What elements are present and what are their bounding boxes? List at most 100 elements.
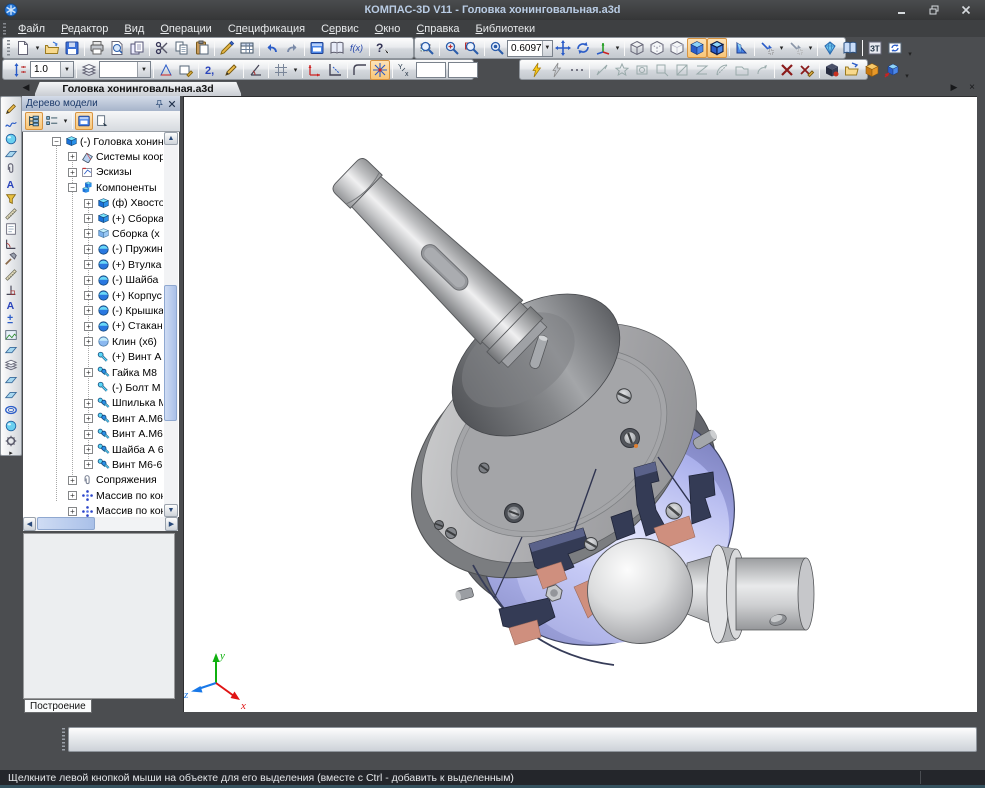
local-cs-button[interactable] <box>156 60 176 80</box>
variables-window-button[interactable] <box>307 38 327 58</box>
expand-box[interactable]: + <box>84 460 93 469</box>
expand-box[interactable]: + <box>84 229 93 238</box>
dim-rotate-button[interactable] <box>752 60 772 80</box>
tree-item[interactable]: +Шпилька М <box>23 396 163 411</box>
dim-arc-button[interactable] <box>712 60 732 80</box>
tree-item[interactable]: +(+) Сборка <box>23 211 163 226</box>
rotate-view-button[interactable] <box>573 38 593 58</box>
vscroll-thumb[interactable] <box>164 285 177 421</box>
expand-box[interactable]: + <box>84 214 93 223</box>
shaded-button[interactable] <box>687 38 707 58</box>
dim-star-button[interactable] <box>612 60 632 80</box>
menu-Вид[interactable]: Вид <box>116 22 152 36</box>
orientation-button[interactable] <box>593 38 613 58</box>
pan-button[interactable] <box>553 38 573 58</box>
menu-Библиотеки[interactable]: Библиотеки <box>468 22 544 36</box>
grid-dropdown[interactable]: ▾ <box>291 60 300 80</box>
layers-tool-button[interactable] <box>2 358 20 373</box>
tree-item[interactable]: +Винт А.М6 <box>23 427 163 442</box>
angle-snap-button[interactable] <box>246 60 266 80</box>
sketch-state-button[interactable]: 2, <box>201 60 221 80</box>
dim-parallel-button[interactable] <box>592 60 612 80</box>
toolbar-overflow[interactable]: ▾ <box>905 38 915 58</box>
redo-button[interactable] <box>282 38 302 58</box>
surface-tool-button[interactable] <box>2 146 20 161</box>
dim-diag-button[interactable] <box>672 60 692 80</box>
zoom-window-button[interactable] <box>417 38 437 58</box>
annotation-tool-button[interactable]: A <box>2 297 20 312</box>
edit-sketch-button[interactable] <box>221 60 241 80</box>
sketch-tool-button[interactable] <box>2 101 20 116</box>
tree-item[interactable]: (-) Болт М <box>23 380 163 395</box>
filter-tool-button[interactable] <box>2 192 20 207</box>
tree-panel-header[interactable]: Дерево модели <box>22 96 180 111</box>
settings-tool-button[interactable] <box>2 433 20 448</box>
tree-item[interactable]: +Эскизы <box>23 165 163 180</box>
perpendicular-tool-button[interactable] <box>2 282 20 297</box>
menu-Сервис[interactable]: Сервис <box>313 22 367 36</box>
compact-panel-expand[interactable]: ▸ <box>9 449 13 457</box>
paste-button[interactable] <box>192 38 212 58</box>
open-button[interactable] <box>42 38 62 58</box>
isolate-button[interactable] <box>862 60 882 80</box>
layers-button[interactable] <box>79 60 99 80</box>
zoom-in-button[interactable] <box>442 38 462 58</box>
library-manager-button[interactable] <box>327 38 347 58</box>
hidden-thin-button[interactable] <box>667 38 687 58</box>
menu-Редактор[interactable]: Редактор <box>53 22 116 36</box>
expand-box[interactable]: + <box>68 152 77 161</box>
print-button[interactable] <box>87 38 107 58</box>
cursor-step-combo[interactable]: 1.0▼ <box>30 61 74 78</box>
tree-report-button[interactable] <box>93 112 111 130</box>
dots-button[interactable] <box>567 60 587 80</box>
expand-box[interactable]: + <box>84 322 93 331</box>
tree-item[interactable]: (+) Винт А <box>23 350 163 365</box>
menu-Окно[interactable]: Окно <box>367 22 409 36</box>
plane2-tool-button[interactable] <box>2 373 20 388</box>
expand-box[interactable]: + <box>84 306 93 315</box>
toolbar-overflow[interactable]: ▾ <box>902 60 912 80</box>
dim-rect-button[interactable] <box>652 60 672 80</box>
tree-item[interactable]: +Шайба А 6 <box>23 442 163 457</box>
model-canvas[interactable]: y z x <box>184 97 978 713</box>
scroll-up-button[interactable]: ▲ <box>164 132 178 145</box>
tree-item[interactable]: +Гайка М8 <box>23 365 163 380</box>
scroll-left-button[interactable]: ◀ <box>23 517 36 531</box>
output-rod[interactable] <box>687 545 814 643</box>
expand-box[interactable]: + <box>84 199 93 208</box>
torus-tool-button[interactable] <box>2 418 20 433</box>
expand-box[interactable]: + <box>84 276 93 285</box>
save-button[interactable] <box>62 38 82 58</box>
undo-button[interactable] <box>262 38 282 58</box>
expand-box[interactable]: + <box>68 168 77 177</box>
cursor-step-icon[interactable] <box>10 60 30 80</box>
insert-component-button[interactable] <box>842 60 862 80</box>
collapse-box[interactable]: − <box>68 183 77 192</box>
edit-constraints-button[interactable] <box>797 60 817 80</box>
bottom-tab[interactable]: Построение <box>24 699 92 713</box>
half-section-button[interactable] <box>732 38 752 58</box>
add-component-button[interactable] <box>882 60 902 80</box>
tree-item[interactable]: −(-) Головка хонинго <box>23 134 163 149</box>
parameters-tool-button[interactable] <box>2 312 20 327</box>
tree-item[interactable]: +(+) Корпус <box>23 288 163 303</box>
orientation-dropdown[interactable]: ▾ <box>613 38 622 58</box>
hidden-lines-button[interactable] <box>647 38 667 58</box>
tab-scroll-left[interactable]: ◀ <box>20 82 32 93</box>
model-info-button[interactable] <box>840 38 860 58</box>
menu-Файл[interactable]: Файл <box>10 22 53 36</box>
shaded-edges-button[interactable] <box>707 38 727 58</box>
variables-button[interactable]: f(x) <box>347 38 367 58</box>
frame-tool-button[interactable] <box>2 327 20 342</box>
expand-box[interactable]: + <box>84 414 93 423</box>
menu-drag-handle[interactable] <box>3 23 6 35</box>
tree-item[interactable]: +Винт М6-6 <box>23 457 163 472</box>
print-preview-button[interactable] <box>107 38 127 58</box>
expand-box[interactable]: + <box>84 337 93 346</box>
toolbar-drag-handle[interactable] <box>7 40 10 56</box>
rebuild-button[interactable] <box>885 38 905 58</box>
menu-Спецификация[interactable]: Спецификация <box>220 22 313 36</box>
surface2-tool-button[interactable] <box>2 388 20 403</box>
tab-close[interactable]: × <box>966 82 978 93</box>
tree-item[interactable]: +(-) Пружин <box>23 242 163 257</box>
